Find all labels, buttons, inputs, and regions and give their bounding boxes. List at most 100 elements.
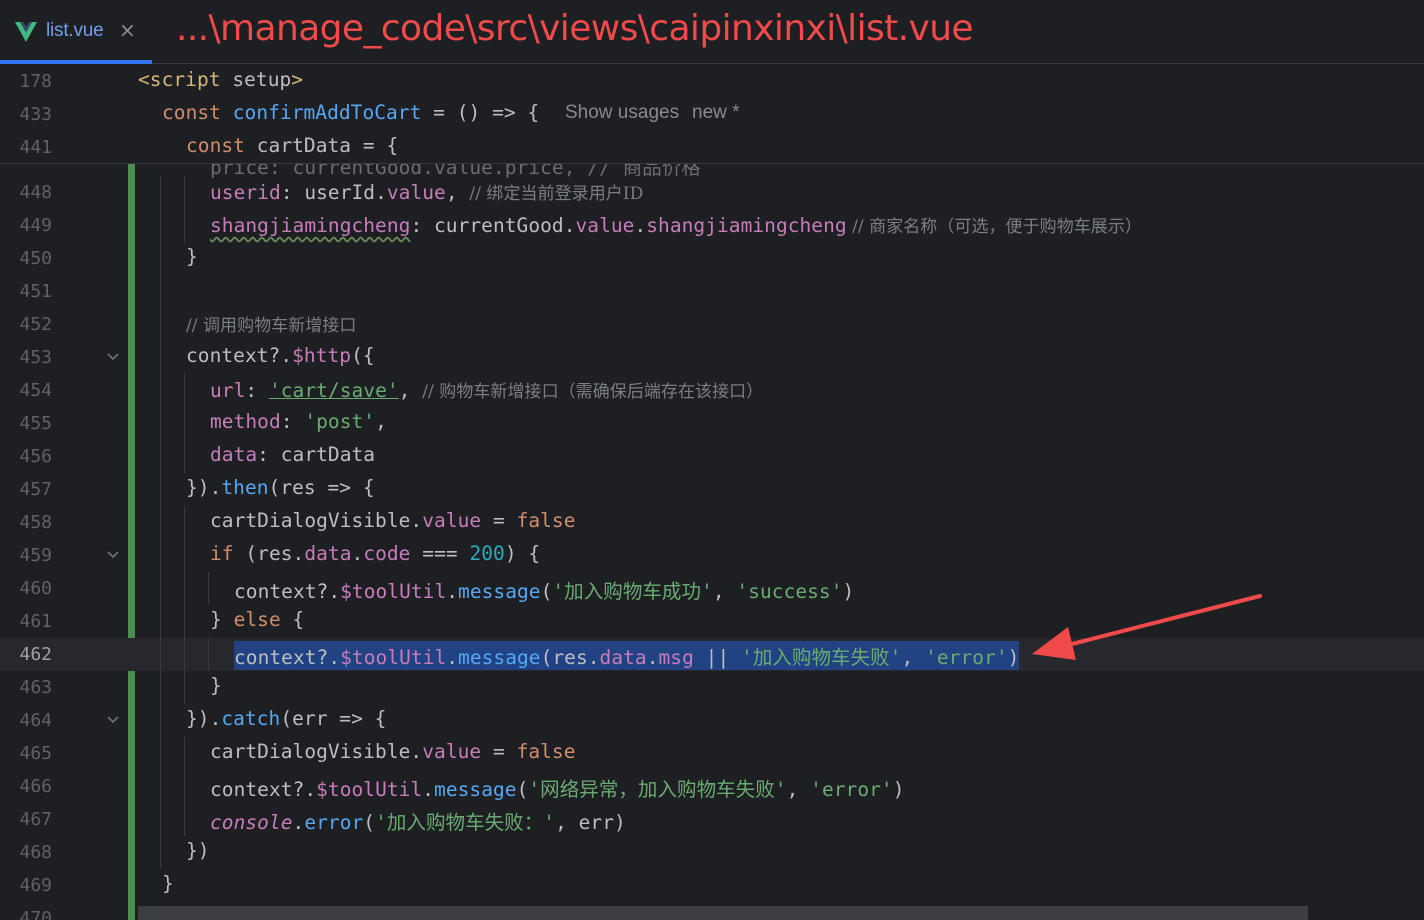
line-number: 461 xyxy=(19,611,52,632)
code-token: method xyxy=(210,410,281,433)
line-number: 454 xyxy=(19,380,52,401)
code-token: url xyxy=(210,379,246,402)
code-token: }). xyxy=(186,707,222,730)
code-line[interactable]: 459 if (res.data.code === 200) { xyxy=(0,539,1424,572)
sticky-line[interactable]: 178 <script setup> xyxy=(0,65,1424,98)
show-usages-hint[interactable]: Show usages xyxy=(565,102,679,124)
code-token: , xyxy=(901,646,926,669)
code-token: : userId. xyxy=(280,181,387,204)
code-keyword: if xyxy=(210,542,234,565)
code-line[interactable]: 469 } xyxy=(0,869,1424,902)
code-comment: // 商家名称（可选，便于购物车展示） xyxy=(846,217,1142,237)
code-token: value xyxy=(386,181,446,204)
line-number: 453 xyxy=(19,347,52,368)
code-token: const xyxy=(162,101,233,124)
code-token: || xyxy=(693,646,742,669)
code-token: code xyxy=(363,542,411,565)
code-token: . xyxy=(634,214,647,237)
line-number: 455 xyxy=(19,413,52,434)
code-token: } xyxy=(210,674,222,697)
line-number: 468 xyxy=(19,842,52,863)
code-line[interactable]: 465 cartDialogVisible.value = false xyxy=(0,737,1424,770)
code-token: data xyxy=(304,542,352,565)
code-line[interactable]: 450 } xyxy=(0,242,1424,275)
code-line[interactable]: 454 url: 'cart/save', // 购物车新增接口（需确保后端存在… xyxy=(0,374,1424,407)
code-line[interactable]: 461 } else { xyxy=(0,605,1424,638)
code-token: ) xyxy=(1007,646,1020,669)
code-line-current[interactable]: 462 context?.$toolUtil.message(res.data.… xyxy=(0,638,1424,671)
code-string: 'error' xyxy=(925,646,1008,669)
code-token: , xyxy=(375,410,387,433)
code-string: '加入购物车失败：' xyxy=(375,811,556,834)
text-selection: context?.$toolUtil.message(res.data.msg … xyxy=(234,641,1020,670)
code-token: ({ xyxy=(351,344,375,367)
code-string: '网络异常，加入购物车失败' xyxy=(528,778,787,801)
code-keyword: false xyxy=(516,740,576,763)
line-number: 459 xyxy=(19,545,52,566)
sticky-line[interactable]: 433 const confirmAddToCart = () => { Sho… xyxy=(0,98,1424,131)
code-token: shangjiamingcheng xyxy=(210,214,411,237)
code-token: ) { xyxy=(504,542,541,565)
fold-chevron-icon[interactable] xyxy=(106,351,120,363)
code-line[interactable]: 449 shangjiamingcheng: currentGood.value… xyxy=(0,209,1424,242)
code-token: ( xyxy=(540,580,553,603)
sticky-line[interactable]: 441 const cartData = { xyxy=(0,131,1424,164)
code-token: : cartData xyxy=(257,443,376,466)
code-token: context?. xyxy=(234,646,341,669)
code-token: userid xyxy=(210,181,281,204)
close-icon[interactable]: × xyxy=(119,18,136,42)
code-token: context?. xyxy=(234,580,341,603)
code-token: . xyxy=(446,646,459,669)
code-token: setup xyxy=(220,68,292,91)
line-number: 467 xyxy=(19,809,52,830)
tab-list-vue[interactable]: list.vue × xyxy=(0,0,152,64)
code-keyword: false xyxy=(516,509,576,532)
code-line[interactable]: 468 }) xyxy=(0,836,1424,869)
code-token: } xyxy=(186,245,198,268)
fold-chevron-icon[interactable] xyxy=(106,549,120,561)
editor-tab-bar: list.vue × ...\manage_code\src\views\cai… xyxy=(0,0,1424,64)
code-line[interactable]: 463 } xyxy=(0,671,1424,704)
code-token: . xyxy=(292,811,305,834)
code-token: catch xyxy=(221,707,281,730)
code-token: value xyxy=(422,740,482,763)
code-line[interactable]: 456 data: cartData xyxy=(0,440,1424,473)
code-editor[interactable]: price: currentGood.value.price, // 商品价格 … xyxy=(0,164,1424,920)
code-line[interactable]: 457 }).then(res => { xyxy=(0,473,1424,506)
line-number: 465 xyxy=(19,743,52,764)
code-line[interactable]: 452 // 调用购物车新增接口 xyxy=(0,308,1424,341)
line-number: 469 xyxy=(19,875,52,896)
horizontal-scrollbar[interactable] xyxy=(138,906,1308,920)
code-token: ( xyxy=(363,811,376,834)
line-number: 470 xyxy=(19,908,52,920)
code-line[interactable]: 455 method: 'post', xyxy=(0,407,1424,440)
code-line[interactable]: 467 console.error('加入购物车失败：', err) xyxy=(0,803,1424,836)
code-token: data xyxy=(599,646,647,669)
code-line[interactable]: 460 context?.$toolUtil.message('加入购物车成功'… xyxy=(0,572,1424,605)
code-token: ) xyxy=(842,580,855,603)
code-token: , err) xyxy=(555,811,626,834)
code-token: : currentGood. xyxy=(410,214,576,237)
code-line[interactable]: 453 context?.$http({ xyxy=(0,341,1424,374)
fold-chevron-icon[interactable] xyxy=(106,714,120,726)
code-token: cartDialogVisible. xyxy=(210,740,423,763)
code-token: (res => { xyxy=(268,476,375,499)
code-token: data xyxy=(210,443,258,466)
line-number: 178 xyxy=(19,71,52,92)
code-line[interactable]: 466 context?.$toolUtil.message('网络异常，加入购… xyxy=(0,770,1424,803)
line-number: 449 xyxy=(19,215,52,236)
code-line[interactable]: 458 cartDialogVisible.value = false xyxy=(0,506,1424,539)
code-line[interactable]: 451 xyxy=(0,275,1424,308)
code-line[interactable]: 464 }).catch(err => { xyxy=(0,704,1424,737)
code-line[interactable]: 448 userid: userId.value, // 绑定当前登录用户ID xyxy=(0,176,1424,209)
code-token: . xyxy=(646,646,659,669)
code-string: 'success' xyxy=(736,580,843,603)
line-number: 457 xyxy=(19,479,52,500)
code-token: : xyxy=(280,410,305,433)
code-token: $toolUtil xyxy=(340,646,447,669)
code-token: console xyxy=(210,811,293,834)
code-token: , xyxy=(398,379,423,402)
code-keyword: else xyxy=(233,608,281,631)
code-token: = xyxy=(481,509,517,532)
code-token: confirmAddToCart xyxy=(232,101,422,124)
